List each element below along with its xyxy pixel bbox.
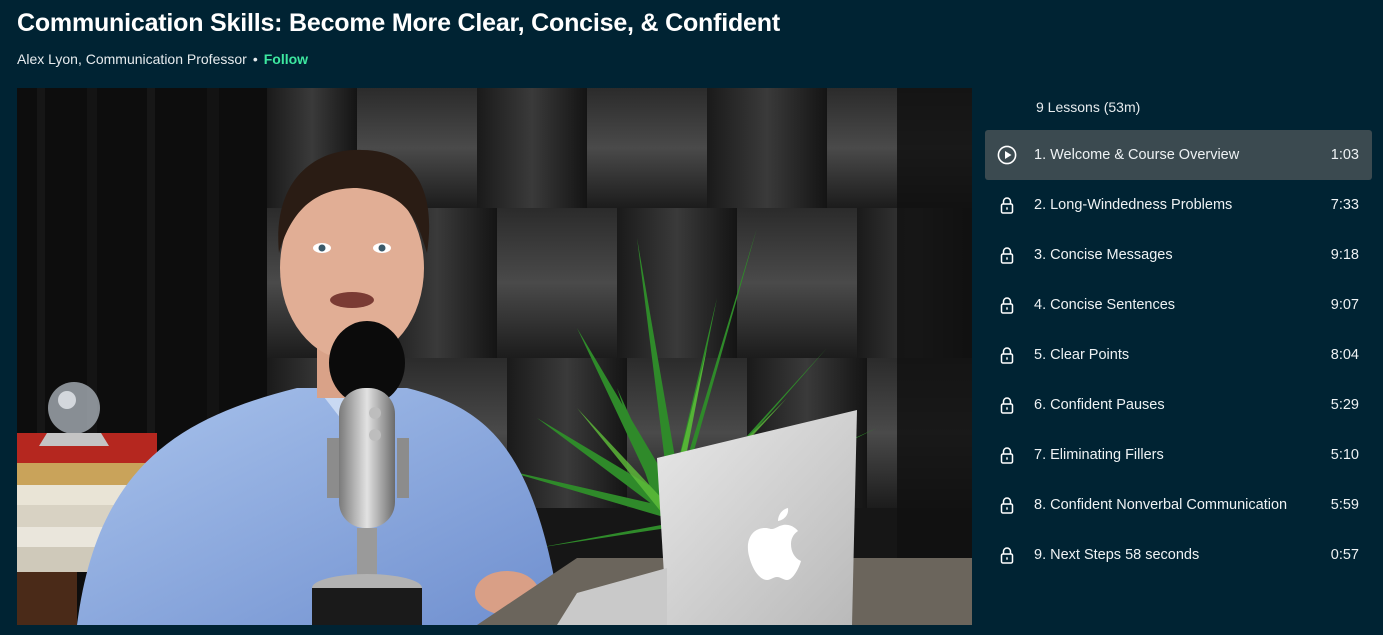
lesson-duration: 5:10: [1330, 447, 1359, 463]
lock-icon: [997, 345, 1017, 365]
lock-icon: [997, 495, 1017, 515]
lock-icon: [997, 395, 1017, 415]
lesson-title: 3. Concise Messages: [1034, 247, 1173, 263]
play-circle-icon: [997, 145, 1017, 165]
lesson-title: 7. Eliminating Fillers: [1034, 447, 1164, 463]
lesson-item[interactable]: 2. Long-Windedness Problems 7:33: [985, 180, 1372, 230]
author-byline: Alex Lyon, Communication Professor • Follo…: [17, 51, 308, 67]
byline-separator: •: [252, 51, 258, 67]
video-frame: [17, 88, 972, 625]
lessons-summary: 9 Lessons (53m): [1036, 99, 1141, 115]
lock-icon: [997, 545, 1017, 565]
lesson-duration: 7:33: [1330, 197, 1359, 213]
lesson-title: 5. Clear Points: [1034, 347, 1130, 363]
lesson-item[interactable]: 7. Eliminating Fillers 5:10: [985, 430, 1372, 480]
lesson-duration: 0:57: [1330, 547, 1359, 563]
video-player[interactable]: [17, 88, 972, 625]
course-page: Communication Skills: Become More Clear,…: [0, 0, 1383, 635]
lesson-item[interactable]: 3. Concise Messages 9:18: [985, 230, 1372, 280]
author-name[interactable]: Alex Lyon, Communication Professor: [17, 51, 247, 67]
lesson-item[interactable]: 1. Welcome & Course Overview 1:03: [985, 130, 1372, 180]
lesson-item[interactable]: 4. Concise Sentences 9:07: [985, 280, 1372, 330]
lesson-duration: 9:18: [1330, 247, 1359, 263]
lesson-title: 9. Next Steps 58 seconds: [1034, 547, 1200, 563]
lesson-duration: 8:04: [1330, 347, 1359, 363]
lesson-list: 1. Welcome & Course Overview 1:03 2. Long-…: [985, 130, 1372, 580]
lock-icon: [997, 245, 1017, 265]
lesson-item[interactable]: 6. Confident Pauses 5:29: [985, 380, 1372, 430]
lesson-duration: 5:59: [1330, 497, 1359, 513]
follow-button[interactable]: Follow: [264, 51, 308, 67]
lesson-item[interactable]: 9. Next Steps 58 seconds 0:57: [985, 530, 1372, 580]
lesson-item[interactable]: 5. Clear Points 8:04: [985, 330, 1372, 380]
lesson-title: 4. Concise Sentences: [1034, 297, 1176, 313]
lesson-duration: 5:29: [1330, 397, 1359, 413]
lock-icon: [997, 195, 1017, 215]
lock-icon: [997, 445, 1017, 465]
lesson-item[interactable]: 8. Confident Nonverbal Communication 5:59: [985, 480, 1372, 530]
course-title: Communication Skills: Become More Clear,…: [17, 9, 780, 37]
lesson-title: 8. Confident Nonverbal Communication: [1034, 497, 1288, 513]
lesson-title: 1. Welcome & Course Overview: [1034, 147, 1240, 163]
lesson-duration: 1:03: [1330, 147, 1359, 163]
lesson-title: 2. Long-Windedness Problems: [1034, 197, 1233, 213]
lesson-duration: 9:07: [1330, 297, 1359, 313]
lesson-title: 6. Confident Pauses: [1034, 397, 1165, 413]
lock-icon: [997, 295, 1017, 315]
